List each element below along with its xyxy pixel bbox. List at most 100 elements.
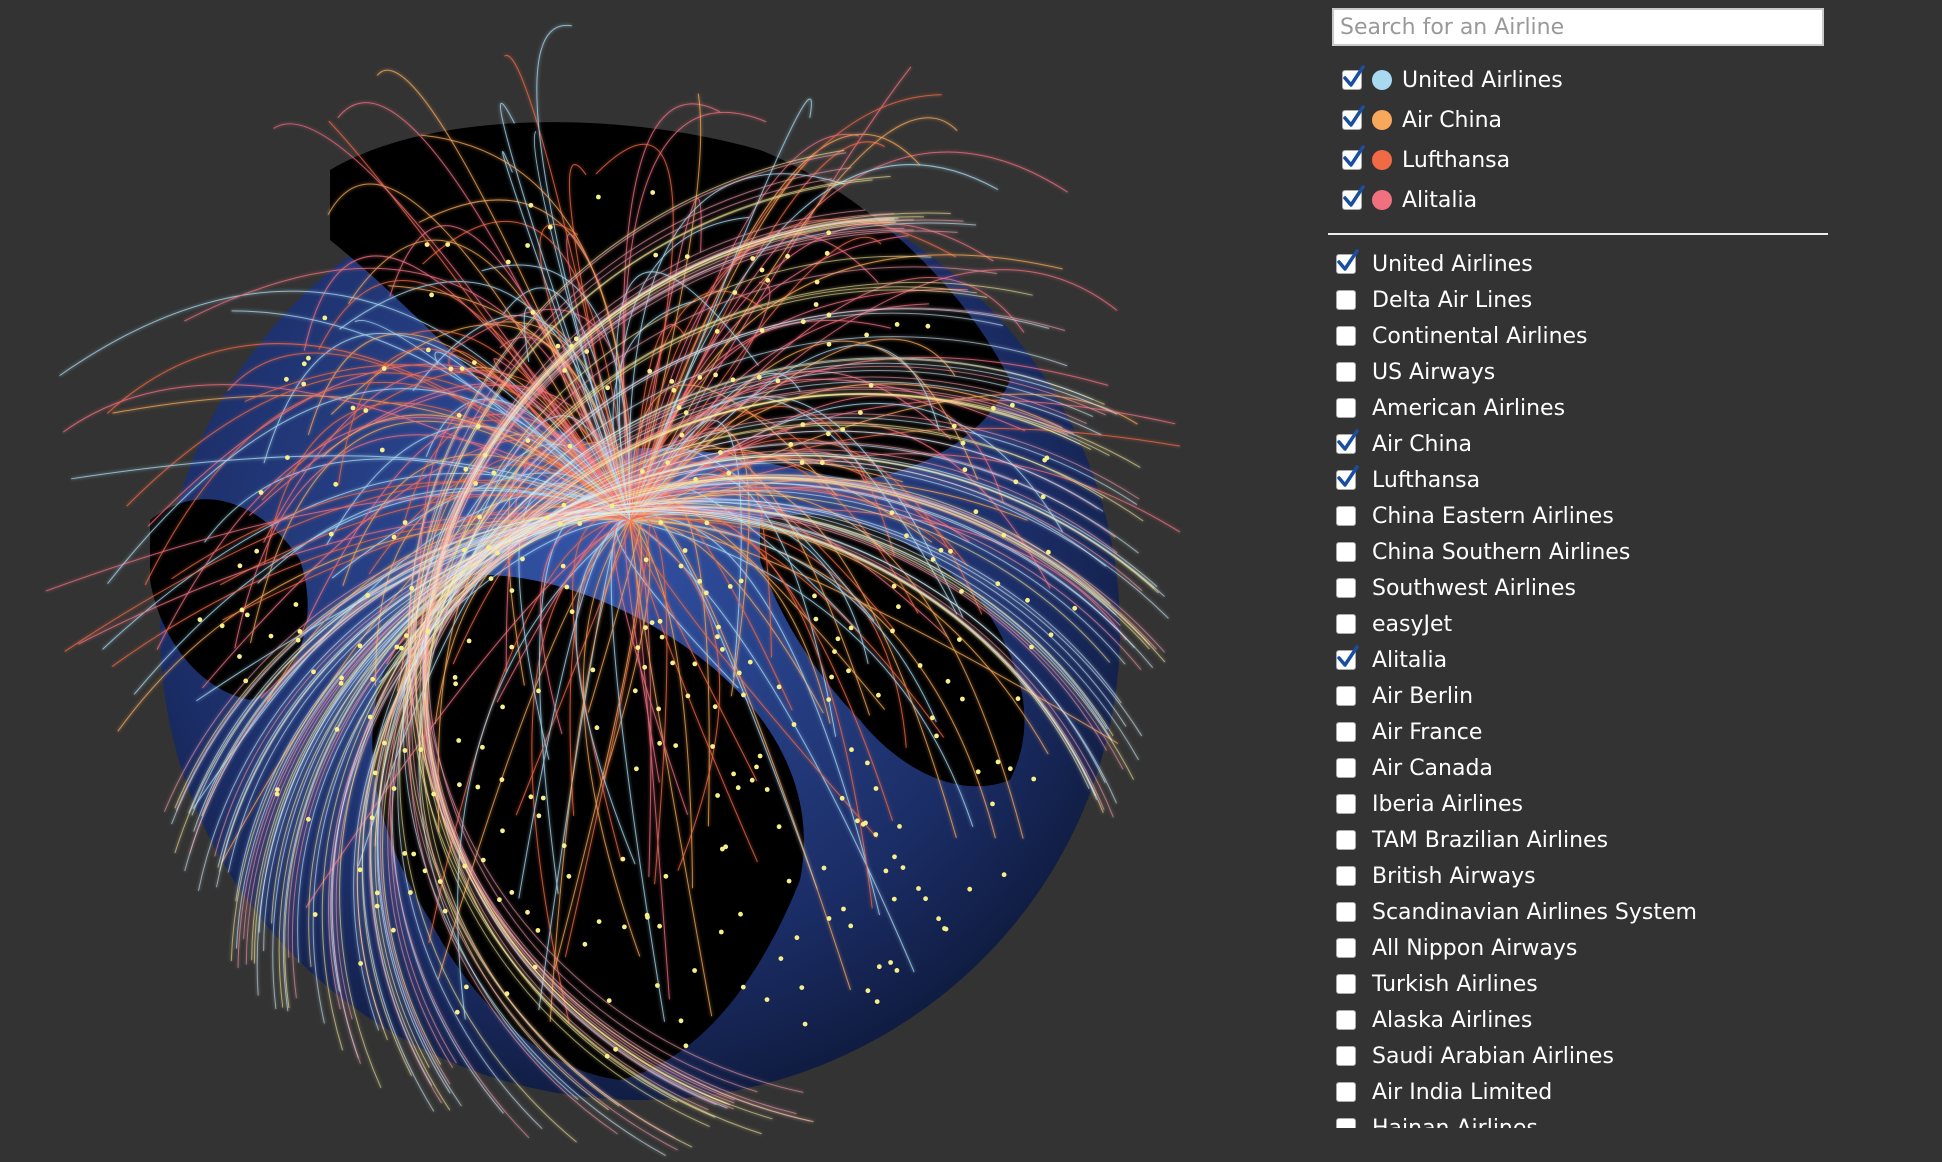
airline-list-item[interactable]: British Airways — [1336, 858, 1816, 894]
airline-search-input[interactable] — [1332, 8, 1824, 46]
airport-dot — [237, 654, 242, 659]
airline-label: Continental Airlines — [1372, 323, 1588, 349]
airport-dot — [275, 787, 280, 792]
airline-label: British Airways — [1372, 863, 1536, 889]
airline-list-item[interactable]: Air India Limited — [1336, 1074, 1816, 1110]
list-divider — [1328, 233, 1828, 235]
airline-checkbox[interactable] — [1336, 429, 1359, 454]
airline-list-item[interactable]: Saudi Arabian Airlines — [1336, 1038, 1816, 1074]
airline-checkbox[interactable] — [1336, 1010, 1356, 1030]
airline-checkbox[interactable] — [1336, 938, 1356, 958]
flight-routes-globe[interactable] — [0, 0, 1300, 1162]
airport-dot — [813, 302, 819, 307]
airline-checkbox[interactable] — [1336, 902, 1356, 922]
airline-checkbox[interactable] — [1336, 249, 1359, 274]
airport-dot — [477, 514, 482, 520]
selected-airline-item[interactable]: Alitalia — [1332, 180, 1812, 220]
airport-dot — [268, 633, 274, 639]
airport-dot — [778, 956, 784, 961]
airline-list-item[interactable]: Alaska Airlines — [1336, 1002, 1816, 1038]
airline-list-item[interactable]: TAM Brazilian Airlines — [1336, 822, 1816, 858]
selected-airline-checkbox[interactable] — [1342, 185, 1365, 210]
airport-dot — [814, 279, 820, 285]
airline-checkbox[interactable] — [1336, 1082, 1356, 1102]
airport-dot — [938, 547, 944, 553]
airline-list-item[interactable]: Lufthansa — [1336, 462, 1816, 498]
airline-list-item[interactable]: Delta Air Lines — [1336, 282, 1816, 318]
airport-dot — [480, 744, 485, 750]
airport-dot — [402, 748, 408, 753]
airline-list-item[interactable]: Southwest Airlines — [1336, 570, 1816, 606]
airline-checkbox[interactable] — [1336, 794, 1356, 814]
airport-dot — [848, 625, 854, 631]
selected-airline-checkbox[interactable] — [1342, 65, 1365, 90]
globe-view[interactable] — [0, 0, 1300, 1162]
airline-checkbox[interactable] — [1336, 722, 1356, 742]
airport-dot — [453, 681, 458, 687]
selected-airline-item[interactable]: Lufthansa — [1332, 140, 1812, 180]
airline-list-item[interactable]: All Nippon Airways — [1336, 930, 1816, 966]
airline-list-item[interactable]: Hainan Airlines — [1336, 1110, 1816, 1128]
airline-checkbox[interactable] — [1336, 758, 1356, 778]
airport-dot — [657, 923, 662, 929]
airline-list-item[interactable]: Scandinavian Airlines System — [1336, 894, 1816, 930]
airline-list-item[interactable]: Turkish Airlines — [1336, 966, 1816, 1002]
airport-dot — [750, 256, 756, 261]
airline-list-item[interactable]: United Airlines — [1336, 246, 1816, 282]
airport-dot — [710, 744, 715, 749]
airline-list-item[interactable]: Alitalia — [1336, 642, 1816, 678]
airline-checkbox[interactable] — [1336, 542, 1356, 562]
airport-dot — [990, 801, 995, 807]
airline-checkbox[interactable] — [1336, 1046, 1356, 1066]
airline-list-item[interactable]: US Airways — [1336, 354, 1816, 390]
airline-checkbox[interactable] — [1336, 398, 1356, 418]
airline-checkbox[interactable] — [1336, 465, 1359, 490]
airport-dot — [669, 379, 675, 384]
airline-list-item[interactable]: easyJet — [1336, 606, 1816, 642]
airline-list-item[interactable]: American Airlines — [1336, 390, 1816, 426]
airline-list-item[interactable]: Iberia Airlines — [1336, 786, 1816, 822]
airline-label: Hainan Airlines — [1372, 1115, 1538, 1129]
airline-checkbox[interactable] — [1336, 578, 1356, 598]
airline-checkbox[interactable] — [1336, 645, 1359, 670]
airport-dot — [472, 360, 477, 365]
airport-dot — [254, 548, 260, 554]
airline-checkbox[interactable] — [1336, 686, 1356, 706]
airline-list-item[interactable]: Continental Airlines — [1336, 318, 1816, 354]
airport-dot — [634, 766, 639, 772]
airline-checkbox[interactable] — [1336, 614, 1356, 634]
airport-dot — [718, 929, 724, 935]
airport-dot — [372, 770, 378, 776]
selected-airline-checkbox[interactable] — [1342, 145, 1365, 170]
airline-checkbox[interactable] — [1336, 830, 1356, 850]
airport-dot — [791, 722, 797, 727]
airline-list-item[interactable]: Air Canada — [1336, 750, 1816, 786]
airport-dot — [799, 985, 805, 990]
selected-airline-item[interactable]: Air China — [1332, 100, 1812, 140]
airline-checkbox[interactable] — [1336, 362, 1356, 382]
airport-dot — [486, 545, 492, 550]
airline-list-item[interactable]: China Southern Airlines — [1336, 534, 1816, 570]
airline-checkbox[interactable] — [1336, 1118, 1356, 1128]
airline-list-item[interactable]: Air Berlin — [1336, 678, 1816, 714]
airline-checkbox[interactable] — [1336, 506, 1356, 526]
selected-airline-item[interactable]: United Airlines — [1332, 60, 1812, 100]
color-dot-icon — [1372, 110, 1392, 130]
airline-list-item[interactable]: Air France — [1336, 714, 1816, 750]
airline-list-item[interactable]: China Eastern Airlines — [1336, 498, 1816, 534]
airport-dot — [692, 968, 697, 973]
airline-checkbox[interactable] — [1336, 866, 1356, 886]
airport-dot — [656, 706, 661, 712]
selected-airline-checkbox[interactable] — [1342, 105, 1365, 130]
airport-dot — [509, 588, 515, 593]
airport-dot — [991, 405, 996, 411]
airport-dot — [948, 548, 953, 554]
airline-checkbox[interactable] — [1336, 290, 1356, 310]
airline-checkbox[interactable] — [1336, 326, 1356, 346]
airport-dot — [679, 432, 685, 438]
airport-dot — [528, 794, 534, 800]
airport-dot — [429, 292, 434, 298]
color-dot-icon — [1372, 190, 1392, 210]
airline-list-item[interactable]: Air China — [1336, 426, 1816, 462]
airline-checkbox[interactable] — [1336, 974, 1356, 994]
